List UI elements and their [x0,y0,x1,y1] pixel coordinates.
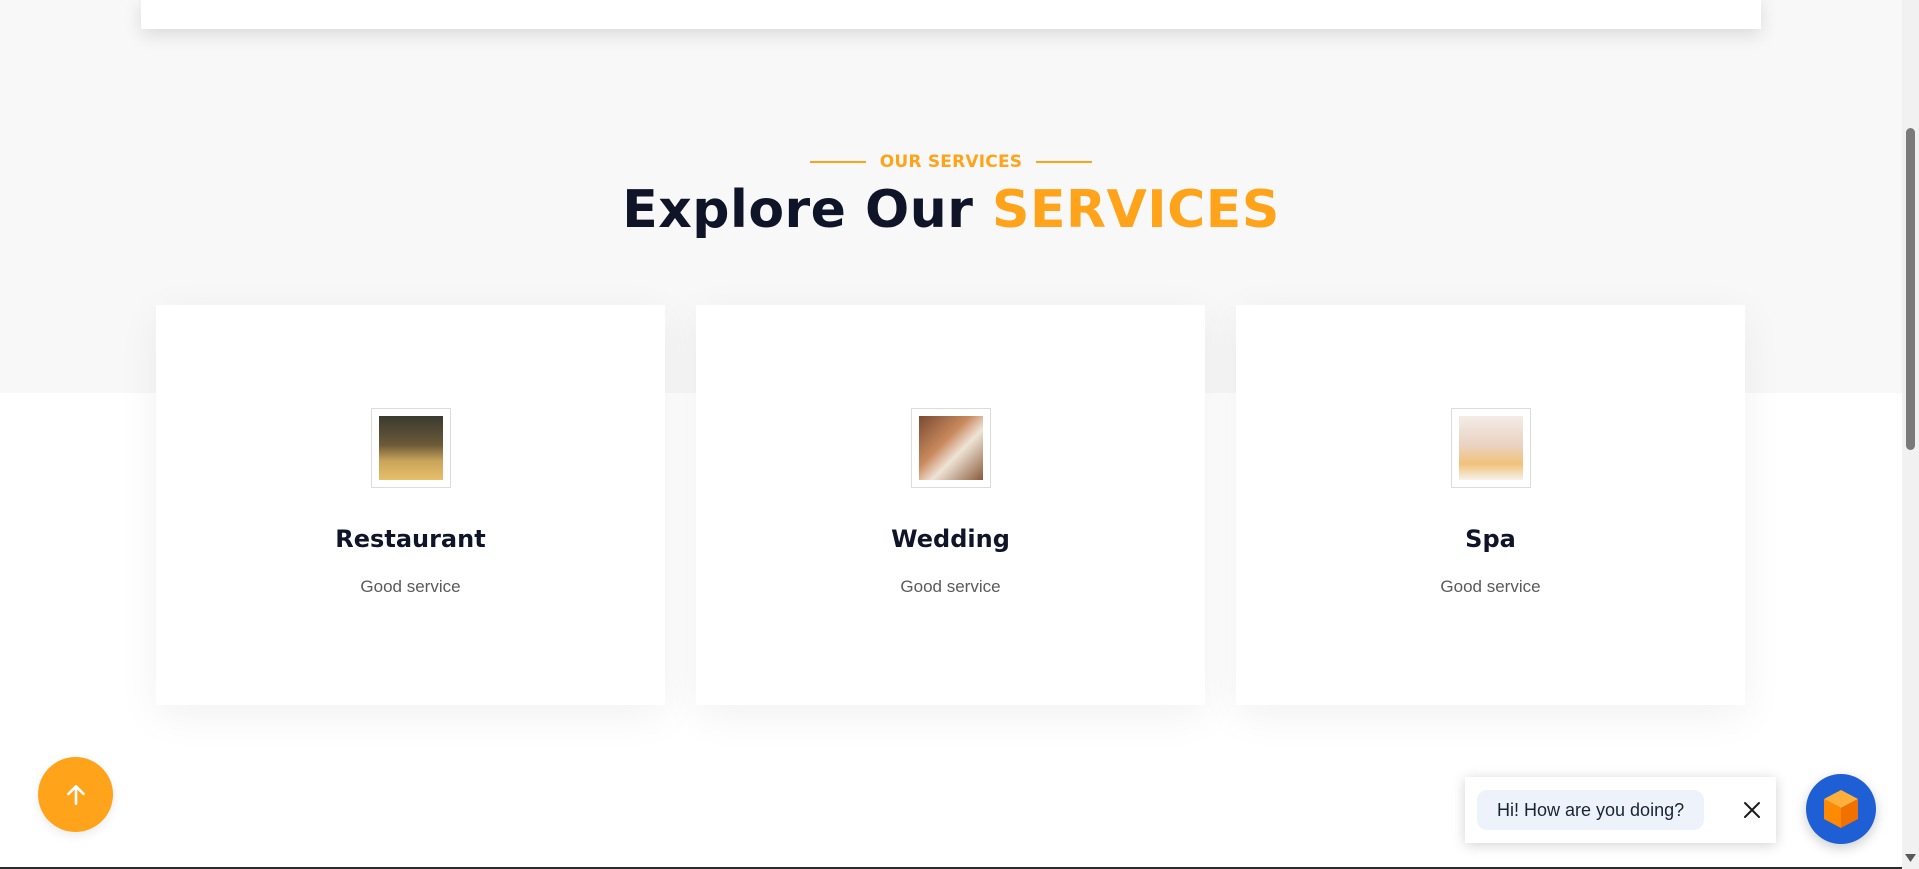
section-heading: Explore Our SERVICES [0,180,1902,240]
scroll-down-arrow-icon[interactable] [1905,853,1916,863]
service-title: Wedding [891,525,1010,553]
eyebrow-line-right [1036,161,1093,163]
vertical-scrollbar[interactable] [1902,0,1919,869]
service-image-frame [910,408,991,488]
previous-section-card [141,0,1761,29]
service-card-restaurant[interactable]: Restaurant Good service [156,305,665,705]
spa-photo [1458,416,1523,480]
service-title: Spa [1465,525,1516,553]
chat-popup: Hi! How are you doing? [1465,777,1776,843]
service-card-wedding[interactable]: Wedding Good service [696,305,1205,705]
service-card-spa[interactable]: Spa Good service [1236,305,1745,705]
heading-accent: SERVICES [992,180,1280,240]
service-image-frame [1450,408,1531,488]
scroll-to-top-button[interactable] [38,757,113,832]
wedding-photo [918,416,983,480]
cube-icon [1824,790,1858,828]
chat-launcher-button[interactable] [1806,774,1876,844]
chat-close-button[interactable] [1736,794,1768,826]
restaurant-photo [378,416,443,480]
service-description: Good service [360,577,461,596]
arrow-up-icon [66,784,85,805]
eyebrow-line-left [809,161,866,163]
section-eyebrow: OUR SERVICES [0,152,1902,172]
scrollbar-thumb[interactable] [1906,128,1915,450]
eyebrow-text: OUR SERVICES [879,152,1023,172]
heading-main: Explore Our [622,180,993,240]
close-icon [1744,802,1760,818]
page: OUR SERVICES Explore Our SERVICES Restau… [0,0,1902,869]
service-description: Good service [900,577,1001,596]
service-description: Good service [1440,577,1541,596]
service-image-frame [370,408,451,488]
chat-message: Hi! How are you doing? [1477,790,1705,830]
service-title: Restaurant [335,525,486,553]
